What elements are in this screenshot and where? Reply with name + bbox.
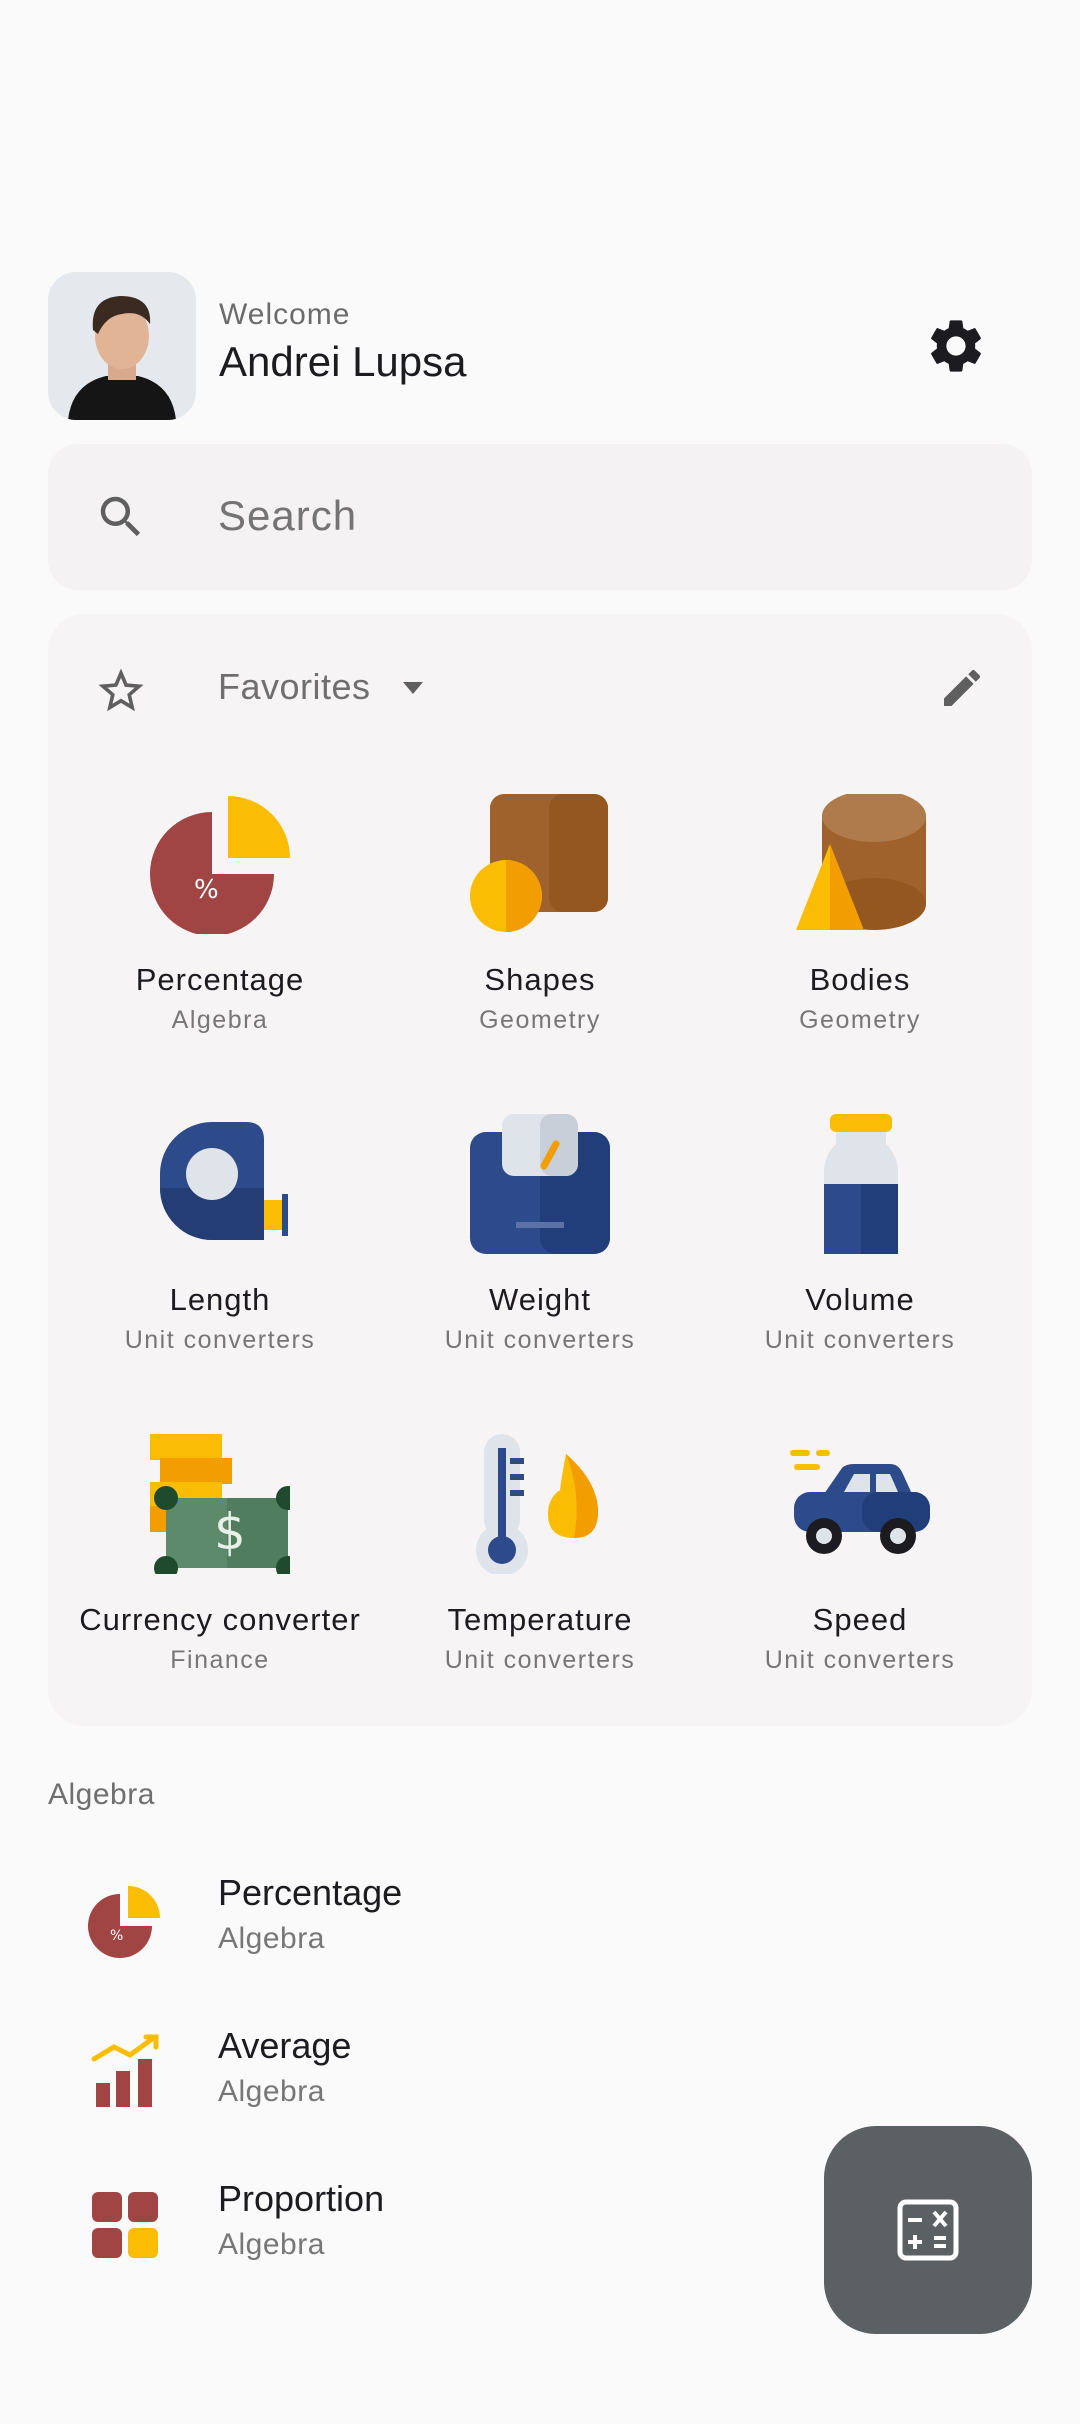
tile-category: Unit converters: [444, 1646, 636, 1674]
calculator-fab-button[interactable]: [824, 2126, 1032, 2334]
tile-name: Volume: [805, 1282, 915, 1317]
tile-name: Currency converter: [79, 1602, 361, 1637]
tile-name: Bodies: [809, 962, 911, 997]
list-item-name: Percentage: [218, 1872, 403, 1913]
money-icon: $: [150, 1434, 300, 1580]
favorite-tile-percentage[interactable]: % Percentage Algebra: [60, 794, 380, 1094]
tape-measure-icon: [150, 1114, 290, 1254]
calculator-icon: [897, 2199, 959, 2261]
favorite-tile-temperature[interactable]: Temperature Unit converters: [380, 1434, 700, 1734]
tile-category: Geometry: [799, 1006, 921, 1034]
bottle-icon: [790, 1114, 930, 1254]
car-icon: [790, 1434, 930, 1574]
tile-name: Percentage: [135, 962, 305, 997]
tile-name: Temperature: [447, 1602, 633, 1637]
search-input[interactable]: Search: [218, 492, 357, 540]
tile-name: Speed: [812, 1602, 908, 1637]
pencil-icon[interactable]: [938, 664, 986, 712]
tile-name: Length: [169, 1282, 271, 1317]
list-item-category: Algebra: [218, 2228, 325, 2261]
tile-category: Unit converters: [764, 1646, 956, 1674]
tile-name: Weight: [489, 1282, 591, 1317]
star-icon: [94, 664, 148, 718]
weight-icon: [470, 1114, 610, 1254]
list-item-average[interactable]: Average Algebra: [48, 2003, 1028, 2143]
list-item-name: Average: [218, 2025, 352, 2066]
svg-text:%: %: [194, 875, 219, 905]
avatar[interactable]: [48, 272, 196, 420]
search-bar[interactable]: Search: [48, 444, 1032, 590]
favorite-tile-length[interactable]: Length Unit converters: [60, 1114, 380, 1414]
user-name: Andrei Lupsa: [219, 338, 467, 385]
favorites-card: Favorites % Percentage Algebra Shapes Ge…: [48, 614, 1032, 1726]
tile-category: Unit converters: [124, 1326, 316, 1354]
favorite-tile-weight[interactable]: Weight Unit converters: [380, 1114, 700, 1414]
tile-category: Unit converters: [764, 1326, 956, 1354]
gear-icon[interactable]: [924, 314, 988, 378]
grid-icon: [86, 2186, 166, 2266]
list-item-category: Algebra: [218, 2075, 325, 2108]
tile-category: Finance: [170, 1646, 270, 1674]
svg-text:%: %: [110, 1928, 123, 1944]
shapes-icon: [470, 794, 610, 934]
favorites-header: Favorites: [48, 614, 1032, 764]
percentage-icon: %: [150, 794, 290, 936]
favorite-tile-currency-converter[interactable]: $ Currency converter Finance: [60, 1434, 380, 1734]
header: Welcome Andrei Lupsa: [48, 272, 1034, 420]
favorite-tile-speed[interactable]: Speed Unit converters: [700, 1434, 1020, 1734]
list-item-name: Proportion: [218, 2178, 385, 2219]
search-icon: [94, 490, 148, 544]
svg-text:$: $: [214, 1503, 246, 1561]
tile-category: Unit converters: [444, 1326, 636, 1354]
percentage-icon: %: [86, 1880, 166, 1960]
welcome-text: Welcome: [219, 298, 351, 331]
bodies-icon: [790, 790, 930, 934]
section-label-algebra: Algebra: [48, 1778, 155, 1811]
caret-down-icon[interactable]: [400, 678, 426, 698]
bar-chart-icon: [86, 2033, 166, 2113]
favorite-tile-bodies[interactable]: Bodies Geometry: [700, 790, 1020, 1094]
favorites-dropdown[interactable]: Favorites: [218, 666, 371, 708]
favorite-tile-shapes[interactable]: Shapes Geometry: [380, 794, 700, 1094]
list-item-category: Algebra: [218, 1922, 325, 1955]
tile-name: Shapes: [484, 962, 596, 997]
list-item-percentage[interactable]: % Percentage Algebra: [48, 1850, 1028, 1990]
favorite-tile-volume[interactable]: Volume Unit converters: [700, 1114, 1020, 1414]
tile-category: Geometry: [479, 1006, 601, 1034]
thermometer-icon: [470, 1434, 610, 1576]
tile-category: Algebra: [171, 1006, 269, 1034]
